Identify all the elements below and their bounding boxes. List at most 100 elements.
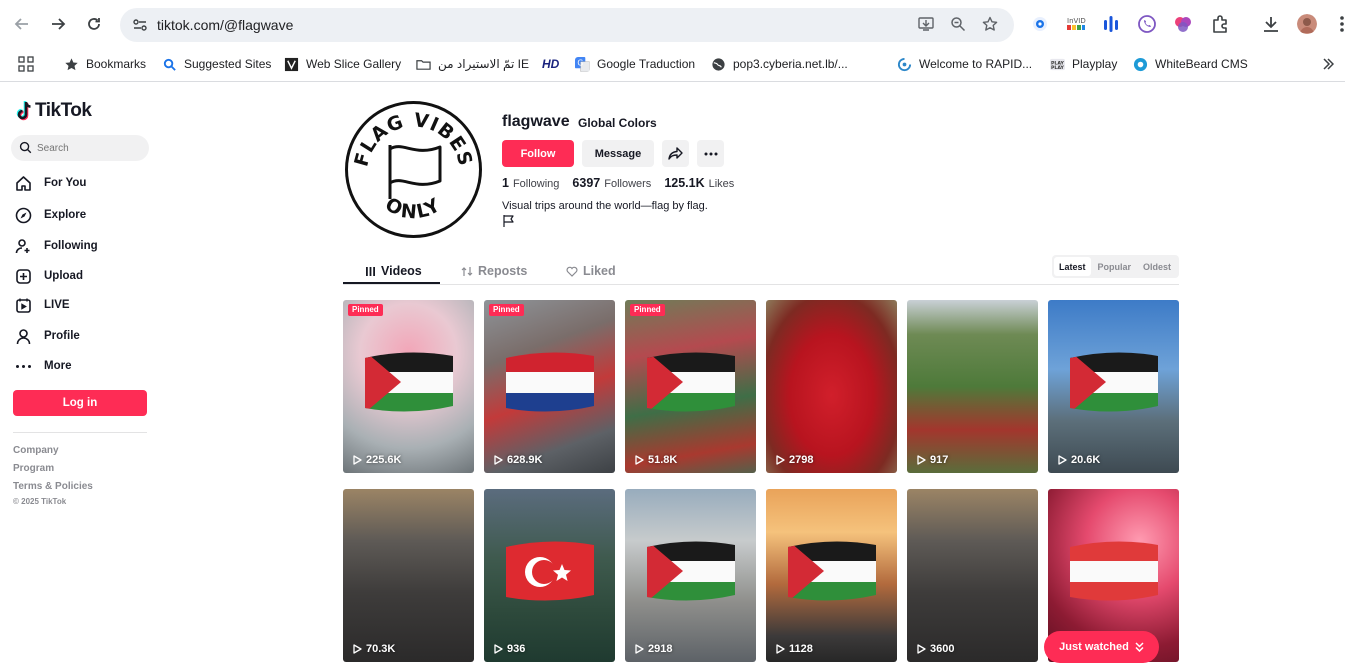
nav-profile[interactable]: Profile — [15, 325, 80, 347]
play-icon — [1058, 455, 1067, 465]
ellipsis-icon — [704, 152, 717, 155]
whitebeard-icon — [1133, 57, 1148, 71]
extension-invid-icon[interactable]: InVID — [1065, 14, 1086, 34]
more-options-button[interactable] — [697, 140, 724, 167]
search-box[interactable] — [11, 135, 149, 161]
view-count: 936 — [494, 643, 525, 655]
translate-icon: G — [575, 56, 590, 72]
message-button[interactable]: Message — [582, 140, 654, 167]
view-count: 2798 — [776, 454, 813, 466]
install-app-icon[interactable] — [917, 16, 935, 34]
video-card[interactable]: 3600 — [907, 489, 1038, 662]
play-icon — [635, 644, 644, 654]
apps-grid-icon[interactable] — [18, 54, 34, 74]
video-card[interactable]: 2918 — [625, 489, 756, 662]
play-icon — [776, 644, 785, 654]
nav-for-you[interactable]: For You — [15, 172, 86, 194]
bookmark-pop3-cyberia[interactable]: pop3.cyberia.net.lb/... — [711, 54, 848, 74]
view-count: 1128 — [776, 643, 813, 655]
site-settings-icon[interactable] — [132, 17, 148, 33]
profile-icon — [15, 328, 32, 345]
view-count: 51.8K — [635, 454, 677, 466]
profile-username: flagwave — [502, 113, 570, 130]
video-card[interactable]: 917 — [907, 300, 1038, 473]
share-icon — [668, 146, 683, 160]
tab-liked[interactable]: Liked — [566, 261, 616, 281]
bookmark-star-icon[interactable] — [981, 16, 999, 34]
video-card[interactable]: 936 — [484, 489, 615, 662]
downloads-icon[interactable] — [1261, 14, 1281, 34]
bio-flag-icon — [503, 215, 514, 227]
video-card[interactable]: 20.6K — [1048, 300, 1179, 473]
bookmark-ie-imported[interactable]: تمّ الاستيراد من IE — [416, 54, 529, 74]
bookmark-suggested-sites[interactable]: Suggested Sites — [162, 54, 271, 74]
compass-icon — [15, 207, 32, 224]
url-text[interactable]: tiktok.com/@flagwave — [157, 17, 293, 33]
extension-viber-icon[interactable] — [1137, 14, 1157, 34]
browser-toolbar: tiktok.com/@flagwave InVID — [0, 0, 1345, 48]
svg-text:PLAY: PLAY — [1051, 65, 1065, 71]
user-avatar-icon[interactable] — [1297, 14, 1317, 34]
nav-following[interactable]: Following — [15, 235, 98, 257]
video-card[interactable]: Pinned 628.9K — [484, 300, 615, 473]
video-card[interactable]: Pinned 51.8K — [625, 300, 756, 473]
bookmark-rapid[interactable]: Welcome to RAPID... — [897, 54, 1032, 74]
nav-live[interactable]: LIVE — [15, 294, 70, 316]
bookmark-whitebeard-cms[interactable]: WhiteBeard CMS — [1133, 54, 1248, 74]
extension-eye-icon[interactable] — [1030, 14, 1050, 34]
login-button[interactable]: Log in — [13, 390, 147, 416]
video-card[interactable]: 2798 — [766, 300, 897, 473]
video-card[interactable]: 1128 — [766, 489, 897, 662]
nav-upload[interactable]: Upload — [15, 265, 83, 287]
play-icon — [494, 455, 503, 465]
sort-popular[interactable]: Popular — [1093, 257, 1137, 276]
suggested-icon — [163, 58, 176, 71]
sort-oldest[interactable]: Oldest — [1138, 257, 1176, 276]
forward-icon[interactable] — [46, 12, 70, 36]
just-watched-button[interactable]: Just watched — [1044, 631, 1159, 663]
view-count: 628.9K — [494, 454, 542, 466]
play-icon — [917, 644, 926, 654]
bookmark-web-slice-gallery[interactable]: Web Slice Gallery — [284, 54, 401, 74]
pinned-badge: Pinned — [348, 304, 383, 316]
bookmark-hd[interactable]: HD — [542, 54, 559, 74]
profile-bio: Visual trips around the world—flag by fl… — [502, 200, 708, 212]
footer-link-program[interactable]: Program — [13, 463, 54, 474]
video-thumbnail — [343, 489, 474, 662]
double-chevron-down-icon — [1135, 642, 1144, 652]
nav-explore[interactable]: Explore — [15, 204, 86, 226]
bookmark-google-traduction[interactable]: G Google Traduction — [575, 54, 695, 74]
play-icon — [776, 455, 785, 465]
extension-brain-icon[interactable] — [1173, 14, 1193, 34]
back-icon[interactable] — [10, 12, 34, 36]
video-thumbnail — [907, 300, 1038, 473]
reload-icon[interactable] — [82, 12, 106, 36]
nav-more[interactable]: More — [15, 355, 71, 377]
view-count: 917 — [917, 454, 948, 466]
zoom-icon[interactable] — [949, 16, 967, 34]
sort-toggle: Latest Popular Oldest — [1052, 255, 1179, 278]
browser-menu-icon[interactable] — [1333, 14, 1345, 34]
video-card[interactable]: Pinned 225.6K — [343, 300, 474, 473]
svg-text:G: G — [577, 58, 583, 67]
search-input[interactable] — [37, 138, 142, 158]
extensions-puzzle-icon[interactable] — [1210, 14, 1230, 34]
follow-button[interactable]: Follow — [502, 140, 574, 167]
tab-reposts[interactable]: Reposts — [461, 261, 527, 281]
tiktok-note-icon — [16, 101, 31, 121]
footer-link-company[interactable]: Company — [13, 445, 59, 456]
tiktok-logo[interactable]: TikTok — [15, 100, 92, 122]
stat-following[interactable]: 1 Following — [502, 176, 559, 190]
stat-followers[interactable]: 6397 Followers — [572, 176, 651, 190]
bookmark-bookmarks[interactable]: Bookmarks — [64, 54, 146, 74]
footer-link-terms[interactable]: Terms & Policies — [13, 481, 93, 492]
tab-videos[interactable]: Videos — [365, 261, 422, 281]
video-card[interactable]: 70.3K — [343, 489, 474, 662]
address-bar[interactable]: tiktok.com/@flagwave — [120, 8, 1014, 42]
bookmarks-overflow-icon[interactable] — [1322, 54, 1334, 74]
sort-latest[interactable]: Latest — [1054, 257, 1091, 276]
extension-bars-icon[interactable] — [1101, 14, 1121, 34]
bookmark-playplay[interactable]: PLAY PLAY Playplay — [1050, 54, 1117, 74]
pinned-badge: Pinned — [489, 304, 524, 316]
share-button[interactable] — [662, 140, 689, 167]
